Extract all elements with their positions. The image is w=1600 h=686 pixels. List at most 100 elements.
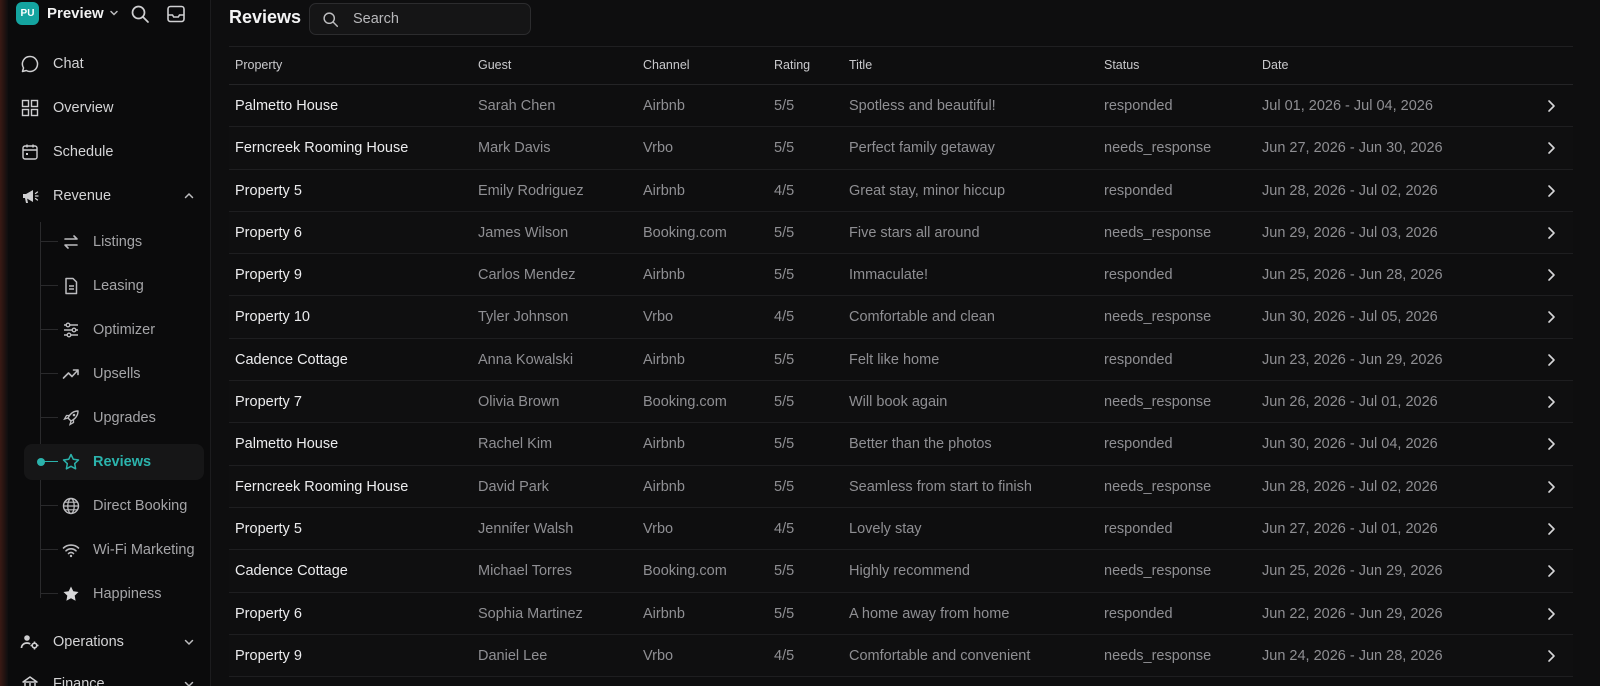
chevron-right-icon[interactable] <box>1543 140 1559 156</box>
sidebar-item-upsells[interactable]: Upsells <box>24 356 204 392</box>
sliders-icon <box>60 319 82 341</box>
guest-cell: Daniel Lee <box>478 647 548 664</box>
guest-cell: Michael Torres <box>478 563 573 580</box>
table-row[interactable]: Palmetto House Rachel Kim Airbnb 5/5 Better … <box>229 423 1573 466</box>
sidebar-item-chat[interactable]: Chat <box>16 46 204 82</box>
table-row[interactable]: Property 9 Daniel Lee Vrbo 4/5 Comfortable a… <box>229 634 1573 678</box>
chevron-right-icon[interactable] <box>1543 521 1559 537</box>
channel-cell: Booking.com <box>643 563 727 580</box>
rocket-icon <box>60 407 82 429</box>
sidebar-item-wifi-marketing[interactable]: Wi-Fi Marketing <box>24 532 204 568</box>
title-cell: A home away from home <box>849 605 1010 622</box>
channel-cell: Vrbo <box>643 520 674 537</box>
search-icon[interactable] <box>129 3 151 25</box>
table-row[interactable]: Cadence Cottage Michael Torres Booking.com… <box>229 550 1573 593</box>
sidebar-item-upgrades[interactable]: Upgrades <box>24 400 204 436</box>
sidebar-item-leasing[interactable]: Leasing <box>24 268 204 304</box>
rating-cell: 5/5 <box>774 351 795 368</box>
chevron-right-icon[interactable] <box>1543 648 1559 664</box>
title-cell: Felt like home <box>849 351 940 368</box>
guest-cell: Rachel Kim <box>478 436 553 453</box>
table-row[interactable]: Palmetto House Sarah Chen Airbnb 5/5 Spotles… <box>229 85 1573 128</box>
property-cell: Property 5 <box>235 182 302 199</box>
sidebar-item-schedule[interactable]: Schedule <box>16 134 204 170</box>
table-row[interactable]: Property 10 Tyler Johnson Vrbo 4/5 Comfortab… <box>229 296 1573 339</box>
sidebar-item-label: Leasing <box>93 278 144 294</box>
channel-cell: Vrbo <box>643 309 674 326</box>
sidebar-item-label: Reviews <box>93 454 152 470</box>
chevron-right-icon[interactable] <box>1543 436 1559 452</box>
table-row[interactable]: Ferncreek Rooming House David Park Airbnb 5… <box>229 465 1573 508</box>
chevron-right-icon[interactable] <box>1543 183 1559 199</box>
chevron-right-icon[interactable] <box>1543 352 1559 368</box>
search-box[interactable] <box>309 3 531 35</box>
inbox-icon[interactable] <box>165 3 187 25</box>
sidebar-item-reviews[interactable]: Reviews <box>24 444 204 480</box>
guest-cell: Olivia Brown <box>478 394 560 411</box>
rating-cell: 5/5 <box>774 478 795 495</box>
rating-cell: 5/5 <box>774 140 795 157</box>
property-cell: Ferncreek Rooming House <box>235 478 409 495</box>
table-row[interactable]: Ferncreek Rooming House Mark Davis Vrbo 5/5… <box>229 127 1573 170</box>
date-cell: Jun 30, 2026 - Jul 04, 2026 <box>1262 436 1438 453</box>
sidebar-item-overview[interactable]: Overview <box>16 90 204 126</box>
chevron-right-icon[interactable] <box>1543 563 1559 579</box>
search-input[interactable] <box>353 11 513 27</box>
table-row[interactable]: Property 9 Carlos Mendez Airbnb 5/5 Immacula… <box>229 254 1573 297</box>
chevron-right-icon[interactable] <box>1543 606 1559 622</box>
sidebar-item-label: Upgrades <box>93 410 156 426</box>
sidebar-item-label: Upsells <box>93 366 141 382</box>
rating-cell: 5/5 <box>774 563 795 580</box>
column-header-guest[interactable]: Guest <box>478 58 511 72</box>
column-header-channel[interactable]: Channel <box>643 58 690 72</box>
column-header-rating[interactable]: Rating <box>774 58 810 72</box>
table-row[interactable]: Property 7 Olivia Brown Booking.com 5/5 Will… <box>229 381 1573 424</box>
column-header-title[interactable]: Title <box>849 58 872 72</box>
table-row[interactable]: Property 6 James Wilson Booking.com 5/5 Five… <box>229 211 1573 255</box>
sidebar-item-finance[interactable]: Finance <box>16 666 204 686</box>
wifi-icon <box>60 539 82 561</box>
sidebar-item-optimizer[interactable]: Optimizer <box>24 312 204 348</box>
chevron-right-icon[interactable] <box>1543 394 1559 410</box>
title-cell: Five stars all around <box>849 224 980 241</box>
rating-cell: 5/5 <box>774 224 795 241</box>
workspace-switcher[interactable]: PU Preview <box>16 1 122 25</box>
table-body: Palmetto House Sarah Chen Airbnb 5/5 Spotles… <box>229 85 1573 678</box>
chevron-right-icon[interactable] <box>1543 309 1559 325</box>
sidebar-item-happiness[interactable]: Happiness <box>24 576 204 612</box>
status-cell: needs_response <box>1104 478 1212 495</box>
sidebar-item-label: Finance <box>53 676 105 686</box>
table-row[interactable]: Property 5 Jennifer Walsh Vrbo 4/5 Lovely st… <box>229 508 1573 551</box>
table-row[interactable]: Cadence Cottage Anna Kowalski Airbnb 5/5 Fel… <box>229 339 1573 382</box>
column-header-date[interactable]: Date <box>1262 58 1288 72</box>
guest-cell: David Park <box>478 478 549 495</box>
column-header-property[interactable]: Property <box>235 58 282 72</box>
title-cell: Will book again <box>849 394 948 411</box>
sidebar-item-revenue[interactable]: Revenue <box>16 178 204 214</box>
table-row[interactable]: Property 5 Emily Rodriguez Airbnb 4/5 Great … <box>229 170 1573 212</box>
sidebar-item-label: Happiness <box>93 586 162 602</box>
rating-cell: 5/5 <box>774 267 795 284</box>
status-cell: responded <box>1104 267 1173 284</box>
sidebar-item-operations[interactable]: Operations <box>16 624 204 660</box>
rating-cell: 4/5 <box>774 309 795 326</box>
sidebar-item-direct-booking[interactable]: Direct Booking <box>24 488 204 524</box>
sidebar-item-listings[interactable]: Listings <box>24 224 204 260</box>
chevron-right-icon[interactable] <box>1543 479 1559 495</box>
channel-cell: Airbnb <box>643 351 685 368</box>
table-row[interactable]: Property 6 Sophia Martinez Airbnb 5/5 A home… <box>229 593 1573 635</box>
date-cell: Jun 25, 2026 - Jun 29, 2026 <box>1262 563 1443 580</box>
chevron-right-icon[interactable] <box>1543 225 1559 241</box>
chevron-right-icon[interactable] <box>1543 98 1559 114</box>
property-cell: Cadence Cottage <box>235 563 348 580</box>
date-cell: Jun 26, 2026 - Jul 01, 2026 <box>1262 394 1438 411</box>
column-header-status[interactable]: Status <box>1104 58 1139 72</box>
chevron-down-icon <box>108 6 122 20</box>
sidebar-item-label: Chat <box>53 56 84 72</box>
table-header: Property Guest Channel Rating Title Stat… <box>229 47 1573 85</box>
chevron-right-icon[interactable] <box>1543 267 1559 283</box>
rating-cell: 5/5 <box>774 98 795 114</box>
grid-icon <box>19 97 41 119</box>
title-cell: Comfortable and clean <box>849 309 995 326</box>
rating-cell: 5/5 <box>774 436 795 453</box>
